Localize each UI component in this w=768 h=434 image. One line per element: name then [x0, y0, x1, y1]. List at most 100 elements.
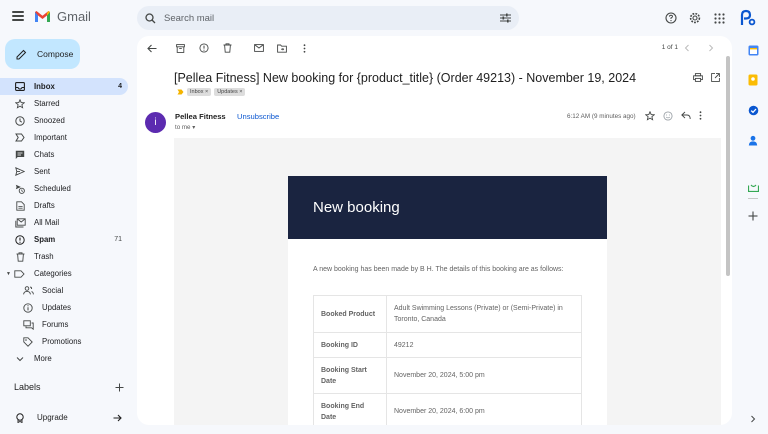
add-addon-icon[interactable]	[747, 210, 759, 222]
chip-updates[interactable]: Updates ×	[214, 88, 246, 96]
tasks-icon[interactable]	[747, 104, 759, 116]
labels-section: Labels	[14, 382, 124, 392]
sidebar-item-sent[interactable]: Sent	[0, 163, 128, 180]
tag-icon	[22, 336, 34, 347]
account-avatar-icon[interactable]	[736, 8, 758, 28]
table-value: November 20, 2024, 5:00 pm	[386, 357, 582, 394]
report-spam-icon[interactable]	[197, 42, 211, 54]
table-row: Booking ID 49212	[313, 332, 582, 358]
star-icon	[14, 98, 26, 109]
search-input[interactable]	[164, 12, 500, 24]
mark-unread-icon[interactable]	[252, 42, 266, 54]
sidebar-item-more[interactable]: More	[0, 350, 128, 367]
move-to-icon[interactable]	[275, 42, 289, 54]
sidebar-item-label: Starred	[34, 99, 60, 108]
apps-grid-icon[interactable]	[708, 8, 730, 28]
sidebar-item-categories[interactable]: ▼ Categories	[0, 265, 128, 282]
sidebar-item-scheduled[interactable]: Scheduled	[0, 180, 128, 197]
sidebar-item-label: Trash	[34, 252, 54, 261]
open-new-window-icon[interactable]	[711, 73, 720, 82]
expand-panel-chevron-icon[interactable]	[747, 413, 759, 425]
sidebar-item-label: Scheduled	[34, 184, 71, 193]
print-icon[interactable]	[693, 73, 703, 82]
addon-icon[interactable]	[747, 181, 759, 193]
inbox-icon	[14, 82, 26, 91]
sidebar-item-label: Social	[42, 286, 64, 295]
keep-icon[interactable]	[747, 74, 759, 86]
scheduled-icon	[14, 184, 26, 194]
emoji-reaction-icon[interactable]	[663, 111, 673, 121]
important-marker-icon[interactable]	[177, 89, 184, 95]
sidebar-item-updates[interactable]: Updates	[0, 299, 128, 316]
sidebar-item-label: Updates	[42, 303, 72, 312]
email-subject: [Pellea Fitness] New booking for {produc…	[174, 71, 637, 85]
calendar-icon[interactable]	[747, 44, 759, 56]
search-options-icon[interactable]	[500, 13, 511, 23]
left-sidebar: Compose Inbox 4 Starred Snoozed Importan…	[0, 36, 136, 434]
search-bar[interactable]	[137, 6, 519, 30]
chevron-down-icon	[14, 356, 26, 362]
support-icon[interactable]	[660, 8, 682, 28]
sidebar-item-chats[interactable]: Chats	[0, 146, 128, 163]
table-row: Booking Start Date November 20, 2024, 5:…	[313, 357, 582, 394]
pagination-label: 1 of 1	[661, 44, 678, 51]
main-menu-icon[interactable]	[12, 11, 24, 21]
app-name: Gmail	[57, 9, 91, 24]
caret-down-icon[interactable]: ▼	[6, 271, 11, 277]
delete-icon[interactable]	[220, 42, 234, 54]
sidebar-item-trash[interactable]: Trash	[0, 248, 128, 265]
chip-inbox[interactable]: Inbox ×	[187, 88, 212, 96]
forum-icon	[22, 319, 34, 330]
people-icon	[22, 286, 34, 295]
unsubscribe-link[interactable]: Unsubscribe	[237, 112, 279, 121]
archive-icon[interactable]	[173, 42, 187, 54]
sidebar-item-label: All Mail	[34, 218, 60, 227]
more-vert-icon[interactable]	[699, 111, 702, 120]
draft-icon	[14, 200, 26, 211]
sidebar-item-important[interactable]: Important	[0, 129, 128, 146]
search-icon[interactable]	[145, 12, 156, 24]
sidebar-item-label: Inbox	[34, 82, 55, 91]
sidebar-item-label: Promotions	[42, 337, 82, 346]
compose-label: Compose	[37, 49, 74, 59]
contacts-icon[interactable]	[747, 134, 759, 146]
top-bar: Gmail	[0, 0, 768, 36]
add-label-icon[interactable]	[115, 383, 124, 392]
chat-icon	[14, 150, 26, 160]
sidebar-item-social[interactable]: Social	[0, 282, 128, 299]
table-value: Adult Swimming Lessons (Private) or (Sem…	[386, 295, 582, 333]
info-icon	[22, 302, 34, 313]
label-chips: Inbox × Updates ×	[177, 88, 246, 96]
star-icon[interactable]	[645, 111, 655, 121]
sidebar-item-label: Spam	[34, 235, 56, 244]
back-arrow-icon[interactable]	[145, 42, 159, 54]
newer-chevron-icon[interactable]	[680, 42, 694, 54]
side-panel	[738, 36, 768, 434]
message-actions	[645, 111, 702, 121]
sidebar-item-starred[interactable]: Starred	[0, 95, 128, 112]
sidebar-item-snoozed[interactable]: Snoozed	[0, 112, 128, 129]
recipients-toggle[interactable]: to me ▾	[175, 124, 195, 131]
sidebar-item-spam[interactable]: Spam 71	[0, 231, 128, 248]
sidebar-item-label: Drafts	[34, 201, 55, 210]
sidebar-item-label: Forums	[42, 320, 69, 329]
older-chevron-icon[interactable]	[704, 42, 718, 54]
compose-button[interactable]: Compose	[5, 39, 80, 69]
booking-email-card: New booking A new booking has been made …	[288, 176, 607, 425]
reply-icon[interactable]	[681, 111, 691, 120]
upgrade-button[interactable]: Upgrade	[14, 409, 122, 426]
sidebar-item-inbox[interactable]: Inbox 4	[0, 78, 128, 95]
more-vert-icon[interactable]	[297, 42, 311, 54]
booking-intro-text: A new booking has been made by B H. The …	[313, 266, 564, 273]
gmail-m-icon	[35, 11, 50, 22]
settings-gear-icon[interactable]	[684, 8, 706, 28]
sidebar-item-promotions[interactable]: Promotions	[0, 333, 128, 350]
sender-name[interactable]: Pellea Fitness	[175, 112, 226, 121]
send-icon	[14, 167, 26, 176]
sidebar-item-drafts[interactable]: Drafts	[0, 197, 128, 214]
vertical-scrollbar[interactable]	[726, 56, 730, 276]
sidebar-item-all-mail[interactable]: All Mail	[0, 214, 128, 231]
sender-avatar[interactable]: i	[145, 112, 166, 133]
gmail-logo[interactable]: Gmail	[34, 9, 91, 24]
sidebar-item-forums[interactable]: Forums	[0, 316, 128, 333]
